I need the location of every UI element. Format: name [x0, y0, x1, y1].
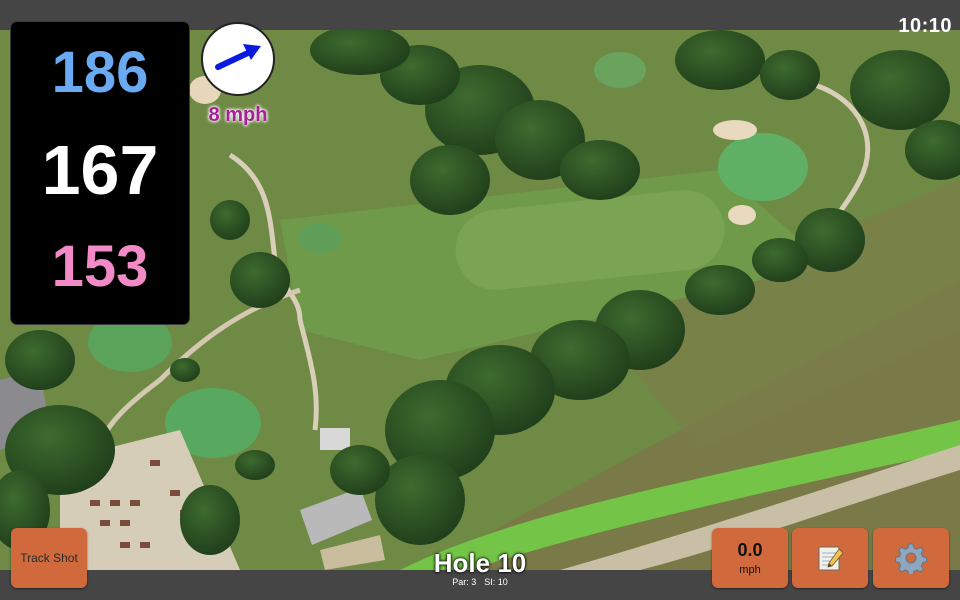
hole-stroke-index: SI: 10: [484, 577, 508, 587]
distance-back: 186: [51, 40, 149, 105]
clock: 10:10: [898, 15, 952, 37]
settings-button[interactable]: [873, 528, 949, 588]
speed-button[interactable]: 0.0 mph: [712, 528, 788, 588]
wind-speed-label: 8 mph: [208, 104, 268, 126]
track-shot-label: Track Shot: [20, 551, 78, 565]
track-shot-button[interactable]: Track Shot: [11, 528, 87, 588]
speed-value: 0.0: [737, 539, 763, 560]
wind-direction-indicator: [201, 22, 275, 96]
speed-unit: mph: [739, 563, 761, 576]
gear-icon: [895, 543, 927, 574]
notes-button[interactable]: [792, 528, 868, 588]
hole-par: Par: 3: [452, 577, 477, 587]
wind-direction-arrow-icon: [215, 44, 261, 70]
distance-front: 153: [51, 234, 149, 299]
hole-title: Hole 10: [433, 548, 527, 578]
distance-center: 167: [41, 131, 159, 209]
notepad-pencil-icon: [818, 546, 844, 571]
hole-info: Par: 3 SI: 10: [380, 577, 580, 588]
distance-panel: 186 167 153: [11, 22, 189, 324]
